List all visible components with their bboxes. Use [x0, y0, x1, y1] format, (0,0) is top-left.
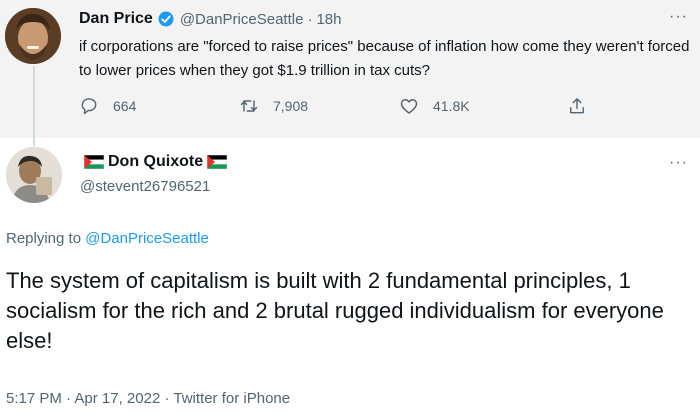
parent-timestamp[interactable]: 18h: [316, 11, 341, 28]
replying-to-prefix: Replying to: [6, 230, 82, 247]
verified-badge-icon: [158, 11, 174, 27]
flag-icon: [84, 155, 104, 169]
flag-icon: [207, 155, 228, 169]
retweet-count: 7,908: [273, 98, 309, 114]
retweet-button[interactable]: 7,908: [239, 96, 308, 116]
thread-line: [33, 66, 35, 146]
retweet-icon: [240, 100, 258, 112]
reply-count: 664: [113, 98, 137, 114]
replying-to-line: Replying to @DanPriceSeattle: [6, 230, 209, 247]
reply-author-name[interactable]: Don Quixote: [108, 153, 203, 171]
reply-button[interactable]: 664: [79, 96, 136, 116]
parent-author-name[interactable]: Dan Price: [79, 10, 153, 28]
parent-author-row: Dan Price @DanPriceSeattle · 18h: [79, 10, 341, 28]
like-count: 41.8K: [433, 98, 470, 114]
reply-time[interactable]: 5:17 PM: [6, 390, 62, 407]
like-icon: [400, 99, 418, 114]
don-quixote-avatar[interactable]: [6, 147, 62, 203]
share-button[interactable]: [567, 96, 601, 116]
reply-icon: [81, 98, 97, 115]
tweet-source[interactable]: Twitter for iPhone: [173, 390, 290, 407]
reply-author-row: Don Quixote: [80, 153, 231, 171]
replying-to-link[interactable]: @DanPriceSeattle: [85, 230, 209, 247]
parent-tweet-text: if corporations are "forced to raise pri…: [79, 38, 690, 79]
separator-dot: ·: [307, 10, 313, 28]
more-icon[interactable]: ···: [669, 8, 688, 26]
more-icon[interactable]: ···: [669, 154, 688, 172]
share-icon: [570, 98, 584, 114]
dan-price-avatar[interactable]: [5, 8, 61, 64]
reply-author-handle[interactable]: @stevent26796521: [80, 178, 210, 195]
parent-action-bar: 664 7,908 41.8K: [79, 96, 619, 122]
separator-dot: ·: [164, 390, 170, 407]
reply-date[interactable]: Apr 17, 2022: [74, 390, 160, 407]
tweet-metadata: 5:17 PM · Apr 17, 2022 · Twitter for iPh…: [6, 390, 290, 407]
like-button[interactable]: 41.8K: [399, 96, 470, 116]
parent-author-handle[interactable]: @DanPriceSeattle: [180, 11, 304, 28]
separator-dot: ·: [66, 390, 72, 407]
reply-tweet-text: The system of capitalism is built with 2…: [6, 268, 664, 353]
